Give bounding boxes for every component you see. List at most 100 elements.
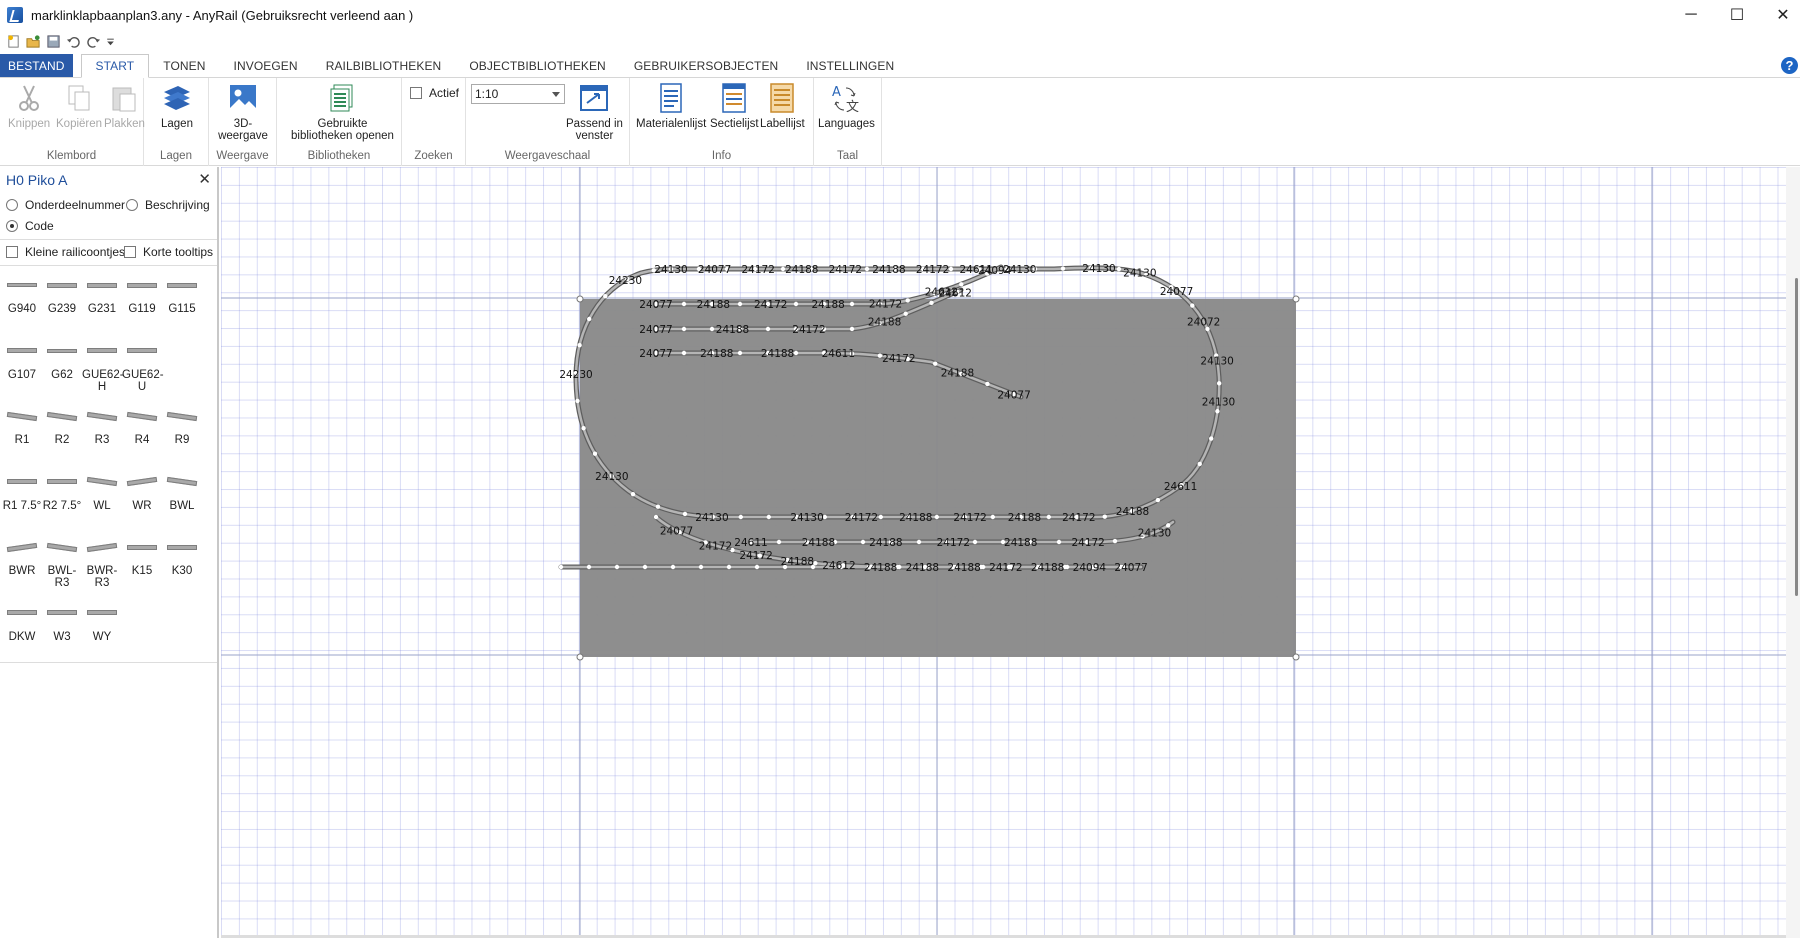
- part-g107[interactable]: G107: [2, 341, 42, 393]
- vertical-scrollbar-thumb[interactable]: [1795, 278, 1798, 596]
- small-icons-checkbox[interactable]: Kleine railicoontjes: [6, 245, 125, 259]
- tab-bestand[interactable]: BESTAND: [0, 54, 73, 77]
- part-r1-7-5-[interactable]: R1 7.5°: [2, 472, 42, 524]
- track-code-label: 24188: [716, 324, 749, 336]
- languages-button[interactable]: A文 Languages: [818, 82, 875, 130]
- layout-canvas[interactable]: 24130 24077 24172 24188 24172 24188 24172 24611…: [221, 167, 1786, 935]
- part-gue62-h[interactable]: GUE62-H: [82, 341, 124, 393]
- part-bwr-r3[interactable]: BWR-R3: [82, 537, 122, 589]
- tab-invoegen[interactable]: INVOEGEN: [220, 54, 312, 77]
- maximize-button[interactable]: ☐: [1714, 0, 1760, 30]
- radio-part-number[interactable]: Onderdeelnummer: [6, 198, 125, 212]
- minimize-button[interactable]: ─: [1668, 0, 1714, 30]
- part-bwl[interactable]: BWL: [162, 472, 202, 524]
- track-joint: [670, 564, 676, 570]
- track-piece-icon: [2, 603, 42, 623]
- undo-icon[interactable]: [66, 34, 81, 49]
- part-g231[interactable]: G231: [82, 275, 122, 327]
- close-icon[interactable]: ✕: [198, 170, 211, 188]
- tab-start[interactable]: START: [80, 54, 150, 78]
- track-piece-icon: [122, 472, 162, 492]
- track-code-label: 24172: [989, 562, 1022, 574]
- track-code-label: 24188: [697, 299, 730, 311]
- track-code-label: 24172: [953, 512, 986, 524]
- part-wr[interactable]: WR: [122, 472, 162, 524]
- open-icon[interactable]: [26, 34, 41, 49]
- track-joint: [1190, 303, 1195, 308]
- part-g119[interactable]: G119: [122, 275, 162, 327]
- part-w3[interactable]: W3: [42, 603, 82, 655]
- track-joint: [575, 398, 580, 404]
- help-icon[interactable]: ?: [1781, 57, 1798, 74]
- track-code-label: 24130: [1202, 396, 1235, 408]
- track-code-label: 24188: [868, 317, 901, 329]
- customize-icon[interactable]: [106, 34, 115, 49]
- part-r9[interactable]: R9: [162, 406, 202, 458]
- panel-title: H0 Piko A: [6, 172, 68, 188]
- 3d-view-button[interactable]: 3D-weergave: [210, 82, 276, 142]
- label-list-button[interactable]: Labellijst: [760, 82, 805, 130]
- layers-button[interactable]: Lagen: [161, 82, 193, 130]
- track-code-label: 24077: [1114, 562, 1147, 574]
- part-k15[interactable]: K15: [122, 537, 162, 589]
- tab-instellingen[interactable]: INSTELLINGEN: [792, 54, 908, 77]
- track-code-label: 24094: [1073, 562, 1107, 574]
- redo-icon[interactable]: [86, 34, 101, 49]
- part-bwl-r3[interactable]: BWL-R3: [42, 537, 82, 589]
- new-icon[interactable]: [6, 34, 21, 49]
- title-bar: marklinklapbaanplan3.any - AnyRail (Gebr…: [0, 0, 1800, 30]
- copy-button[interactable]: Kopiëren: [56, 82, 102, 130]
- part-g239[interactable]: G239: [42, 275, 82, 327]
- track-joint: [1112, 538, 1118, 544]
- part-label: GUE62-U: [122, 368, 164, 393]
- track-joint: [581, 425, 586, 431]
- close-button[interactable]: ✕: [1760, 0, 1800, 30]
- short-tooltips-checkbox[interactable]: Korte tooltips: [124, 245, 213, 259]
- scale-select[interactable]: 1:10: [471, 84, 565, 104]
- tab-objectbibliotheken[interactable]: OBJECTBIBLIOTHEKEN: [455, 54, 620, 77]
- open-libraries-button[interactable]: Gebruikte bibliotheken openen: [291, 82, 394, 142]
- track-joint: [738, 514, 743, 520]
- part-g62[interactable]: G62: [42, 341, 82, 393]
- fit-to-window-button[interactable]: Passend in venster: [566, 82, 623, 142]
- track-joint: [681, 350, 687, 356]
- part-bwr[interactable]: BWR: [2, 537, 42, 589]
- radio-description[interactable]: Beschrijving: [126, 198, 210, 212]
- track-code-label: 24077: [660, 526, 693, 538]
- materials-list-button[interactable]: Materialenlijst: [636, 82, 706, 130]
- track-code-label: 24077: [639, 299, 672, 311]
- part-dkw[interactable]: DKW: [2, 603, 42, 655]
- track-joint: [916, 539, 922, 545]
- part-g115[interactable]: G115: [162, 275, 202, 327]
- part-wy[interactable]: WY: [82, 603, 122, 655]
- part-gue62-u[interactable]: GUE62-U: [122, 341, 164, 393]
- paste-button[interactable]: Plakken: [104, 82, 145, 130]
- tab-gebruikersobjecten[interactable]: GEBRUIKERSOBJECTEN: [620, 54, 793, 77]
- save-icon[interactable]: [46, 34, 61, 49]
- section-list-button[interactable]: Sectielijst: [710, 82, 759, 130]
- part-r3[interactable]: R3: [82, 406, 122, 458]
- track-code-label: 24130: [1123, 268, 1156, 280]
- cut-button[interactable]: Knippen: [8, 82, 50, 130]
- track-code-label: 24072: [1187, 317, 1220, 329]
- radio-code[interactable]: Code: [6, 219, 54, 233]
- tab-tonen[interactable]: TONEN: [149, 54, 219, 77]
- part-r4[interactable]: R4: [122, 406, 162, 458]
- track-piece-icon: [162, 537, 202, 557]
- part-g940[interactable]: G940: [2, 275, 42, 327]
- part-r1[interactable]: R1: [2, 406, 42, 458]
- track-code-label: 24188: [899, 512, 932, 524]
- part-r2-7-5-[interactable]: R2 7.5°: [42, 472, 82, 524]
- part-label: R1 7.5°: [2, 499, 42, 512]
- track-joint: [709, 326, 715, 332]
- track-layout[interactable]: 24130 24077 24172 24188 24172 24188 24172 24611…: [221, 167, 1786, 935]
- part-k30[interactable]: K30: [162, 537, 202, 589]
- active-checkbox[interactable]: Actief: [410, 86, 459, 100]
- part-r2[interactable]: R2: [42, 406, 82, 458]
- part-wl[interactable]: WL: [82, 472, 122, 524]
- group-lagen: Lagen Lagen: [144, 78, 209, 166]
- track-joint: [878, 514, 883, 520]
- track-code-label: 24172: [739, 550, 772, 562]
- tab-railbibliotheken[interactable]: RAILBIBLIOTHEKEN: [312, 54, 456, 77]
- group-weergave: 3D-weergave Weergave: [209, 78, 277, 166]
